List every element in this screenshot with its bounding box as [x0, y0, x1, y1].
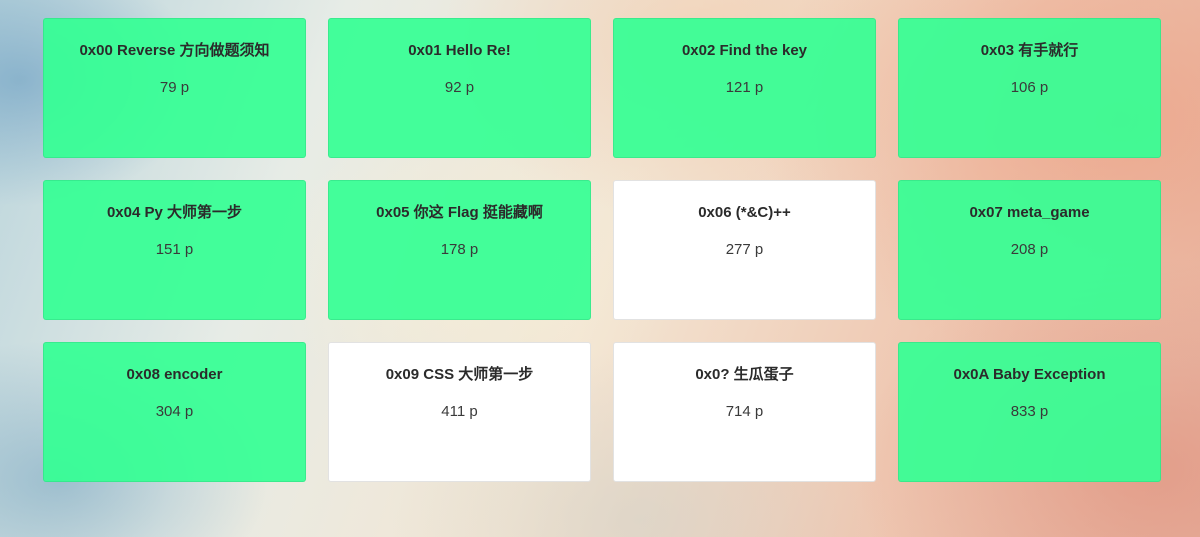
challenge-card-0x05[interactable]: 0x05 你这 Flag 挺能藏啊 178 p	[328, 180, 591, 320]
challenge-title: 0x06 (*&C)++	[698, 204, 791, 221]
challenge-points: 92 p	[444, 79, 475, 96]
challenge-title: 0x01 Hello Re!	[408, 42, 511, 59]
challenge-card-0x08[interactable]: 0x08 encoder 304 p	[43, 342, 306, 482]
challenge-card-0x07[interactable]: 0x07 meta_game 208 p	[898, 180, 1161, 320]
challenge-title: 0x05 你这 Flag 挺能藏啊	[376, 204, 543, 221]
challenge-title: 0x00 Reverse 方向做题须知	[79, 42, 270, 59]
challenge-title: 0x04 Py 大师第一步	[106, 204, 243, 221]
challenge-card-0x0a[interactable]: 0x0A Baby Exception 833 p	[898, 342, 1161, 482]
challenge-points: 106 p	[1010, 79, 1049, 96]
challenge-points: 208 p	[1010, 241, 1049, 258]
challenge-points: 277 p	[725, 241, 764, 258]
page: { "challenges": [ {"title": "0x00 Revers…	[0, 0, 1200, 537]
challenge-card-0x00[interactable]: 0x00 Reverse 方向做题须知 79 p	[43, 18, 306, 158]
challenge-card-0x04[interactable]: 0x04 Py 大师第一步 151 p	[43, 180, 306, 320]
challenge-title: 0x07 meta_game	[969, 204, 1090, 221]
challenge-points: 121 p	[725, 79, 764, 96]
challenge-card-0x01[interactable]: 0x01 Hello Re! 92 p	[328, 18, 591, 158]
challenge-title: 0x0A Baby Exception	[953, 366, 1106, 383]
challenge-points: 151 p	[155, 241, 194, 258]
challenge-title: 0x03 有手就行	[980, 42, 1079, 59]
challenge-card-0x06[interactable]: 0x06 (*&C)++ 277 p	[613, 180, 876, 320]
challenge-card-0x0-unknown[interactable]: 0x0? 生瓜蛋子 714 p	[613, 342, 876, 482]
challenge-title: 0x0? 生瓜蛋子	[695, 366, 794, 383]
challenge-card-0x02[interactable]: 0x02 Find the key 121 p	[613, 18, 876, 158]
challenge-points: 833 p	[1010, 403, 1049, 420]
challenge-title: 0x08 encoder	[126, 366, 223, 383]
challenge-points: 178 p	[440, 241, 479, 258]
challenge-card-0x03[interactable]: 0x03 有手就行 106 p	[898, 18, 1161, 158]
challenge-points: 714 p	[725, 403, 764, 420]
challenge-grid: 0x00 Reverse 方向做题须知 79 p 0x01 Hello Re! …	[43, 18, 1161, 482]
challenge-title: 0x02 Find the key	[681, 42, 808, 59]
challenge-card-0x09[interactable]: 0x09 CSS 大师第一步 411 p	[328, 342, 591, 482]
challenge-title: 0x09 CSS 大师第一步	[385, 366, 534, 383]
challenge-points: 304 p	[155, 403, 194, 420]
challenge-points: 411 p	[441, 403, 478, 420]
challenge-points: 79 p	[159, 79, 190, 96]
